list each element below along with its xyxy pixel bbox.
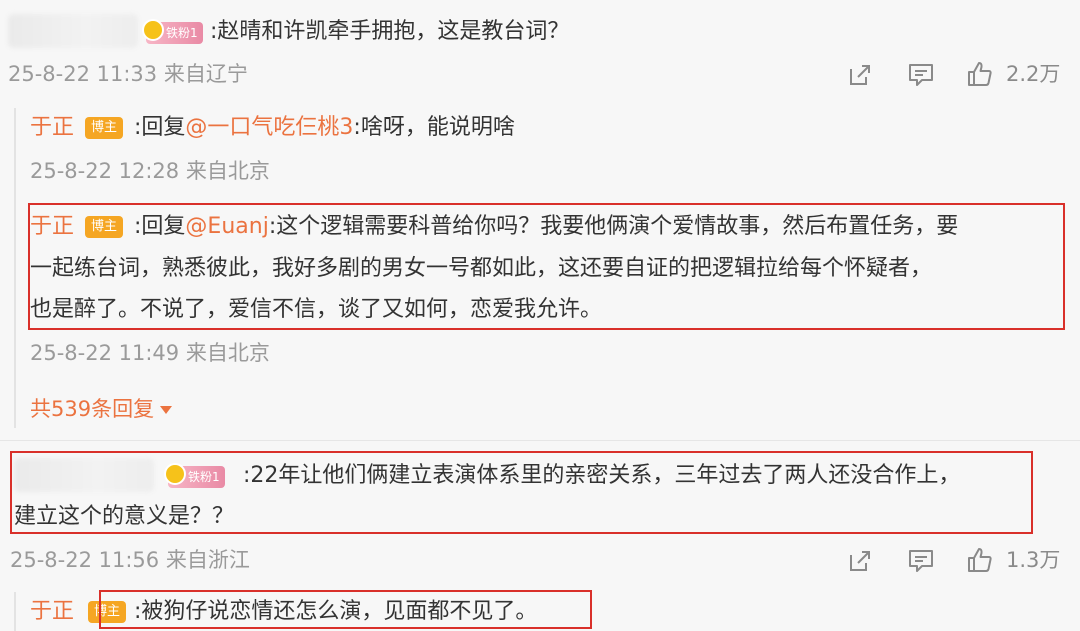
comment-icon[interactable]	[907, 61, 935, 89]
like-count: 1.3万	[1006, 548, 1061, 572]
comment-icon[interactable]	[907, 547, 935, 575]
like-icon[interactable]	[966, 60, 994, 88]
caret-down-icon	[160, 406, 173, 414]
reply-prefix: :回复	[134, 115, 186, 140]
mention-link[interactable]: @一口气吃仨桃3	[185, 115, 353, 140]
thread-line	[14, 108, 16, 428]
share-icon[interactable]	[846, 547, 874, 575]
reply-text: :回复@一口气吃仨桃3:啥呀，能说明啥	[134, 113, 515, 143]
reply-author[interactable]: 于正	[30, 597, 74, 627]
highlight-box	[10, 451, 1033, 534]
reply-author[interactable]: 于正	[30, 113, 74, 143]
like-icon[interactable]	[966, 546, 994, 574]
thread-line	[14, 592, 16, 631]
like-count: 2.2万	[1006, 62, 1061, 86]
reply-meta: 25-8-22 12:28 来自北京	[30, 159, 270, 183]
divider	[0, 440, 1080, 441]
blurred-username[interactable]	[8, 14, 138, 48]
comment-meta: 25-8-22 11:56 来自浙江	[10, 548, 250, 572]
fan-badge-label: 铁粉1	[166, 26, 198, 40]
crown-icon	[142, 19, 164, 41]
comment-meta: 25-8-22 11:33 来自辽宁	[8, 62, 248, 86]
fan-badge: 铁粉1	[142, 19, 203, 44]
reply-body: :啥呀，能说明啥	[353, 115, 515, 140]
more-replies-label: 共539条回复	[30, 397, 155, 421]
host-badge: 博主	[85, 117, 124, 139]
highlight-box	[99, 590, 592, 629]
highlight-box	[28, 203, 1065, 330]
reply-meta: 25-8-22 11:49 来自北京	[30, 341, 270, 365]
comment-text: :赵晴和许凯牵手拥抱，这是教台词？	[210, 19, 570, 44]
share-icon[interactable]	[846, 61, 874, 89]
more-replies-link[interactable]: 共539条回复	[30, 395, 173, 423]
